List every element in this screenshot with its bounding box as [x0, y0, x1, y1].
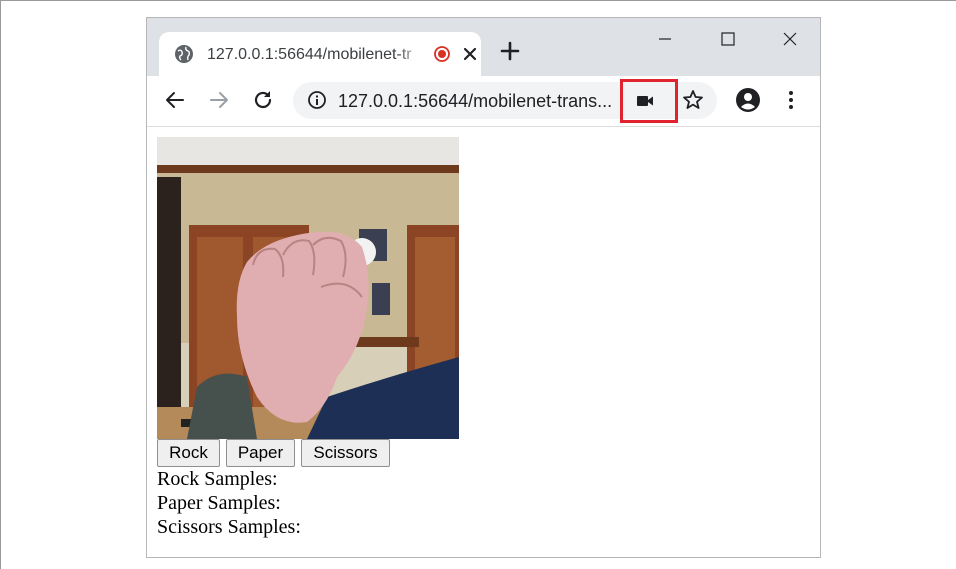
browser-toolbar: 127.0.0.1:56644/mobilenet-trans...: [147, 76, 820, 127]
webcam-feed: [157, 137, 459, 439]
tab-title-fade: [397, 44, 425, 66]
rock-button[interactable]: Rock: [157, 439, 220, 467]
browser-window: 127.0.0.1:56644/mobilenet-tr 127.0.0.1:5…: [146, 17, 821, 558]
info-icon[interactable]: [307, 90, 327, 110]
camera-permission-highlight[interactable]: [620, 79, 678, 123]
globe-icon: [175, 45, 193, 63]
scissors-button[interactable]: Scissors: [301, 439, 390, 467]
maximize-icon[interactable]: [705, 24, 751, 54]
paper-samples-label: Paper Samples:: [157, 492, 281, 514]
forward-arrow-icon[interactable]: [207, 88, 231, 112]
window-close-icon[interactable]: [767, 24, 813, 54]
scissors-samples-label: Scissors Samples:: [157, 516, 301, 538]
back-arrow-icon[interactable]: [163, 88, 187, 112]
recording-indicator-icon: [434, 46, 450, 62]
plus-icon[interactable]: [499, 40, 521, 62]
vertical-dots-icon[interactable]: [779, 88, 803, 112]
reload-icon[interactable]: [251, 88, 275, 112]
minimize-icon[interactable]: [642, 24, 688, 54]
active-tab[interactable]: 127.0.0.1:56644/mobilenet-tr: [159, 32, 481, 76]
url-text[interactable]: 127.0.0.1:56644/mobilenet-trans...: [338, 90, 618, 112]
close-icon[interactable]: [461, 45, 479, 63]
tab-strip: 127.0.0.1:56644/mobilenet-tr: [147, 18, 820, 76]
page-content: Rock Paper Scissors Rock Samples: Paper …: [147, 127, 820, 557]
page-frame-top: [0, 0, 956, 1]
paper-button[interactable]: Paper: [226, 439, 295, 467]
star-icon[interactable]: [681, 88, 705, 112]
rock-samples-label: Rock Samples:: [157, 468, 278, 490]
tab-title: 127.0.0.1:56644/mobilenet-tr: [207, 46, 412, 63]
page-frame-left: [0, 0, 1, 569]
account-circle-icon[interactable]: [735, 87, 761, 113]
video-camera-icon[interactable]: [635, 91, 655, 111]
